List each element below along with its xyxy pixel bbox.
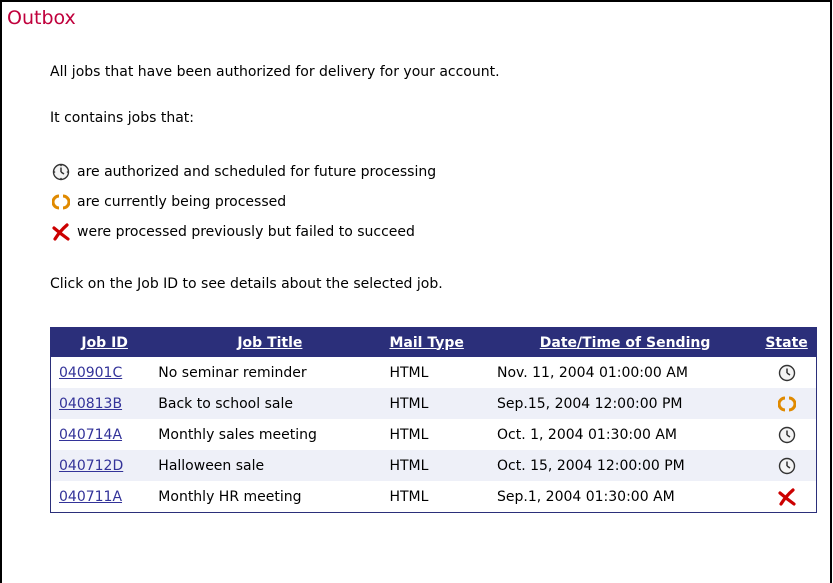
legend-text: are authorized and scheduled for future … [77, 164, 437, 180]
column-header-job-title[interactable]: Job Title [154, 328, 385, 358]
table-row: 040711A Monthly HR meeting HTML Sep.1, 2… [50, 481, 817, 513]
failed-x-icon [52, 223, 70, 241]
mail-type-cell: HTML [389, 364, 429, 381]
job-id-link[interactable]: 040901C [59, 365, 122, 381]
date-time-cell: Oct. 1, 2004 01:30:00 AM [497, 426, 677, 443]
page-title: Outbox [7, 7, 76, 29]
job-title-cell: Monthly HR meeting [158, 488, 302, 505]
job-title-cell: Monthly sales meeting [158, 426, 317, 443]
mail-type-cell: HTML [389, 426, 429, 443]
clock-icon [52, 163, 70, 181]
table-header-row: Job ID Job Title Mail Type Date/Time of … [50, 327, 817, 358]
column-header-date-time[interactable]: Date/Time of Sending [493, 328, 757, 358]
job-id-link[interactable]: 040813B [59, 396, 122, 412]
intro-text: All jobs that have been authorized for d… [50, 64, 500, 80]
column-header-state[interactable]: State [757, 328, 816, 358]
legend-item-scheduled: are authorized and scheduled for future … [52, 162, 436, 182]
job-title-cell: No seminar reminder [158, 364, 307, 381]
column-header-job-id[interactable]: Job ID [51, 328, 155, 358]
mail-type-cell: HTML [389, 488, 429, 505]
job-title-cell: Back to school sale [158, 395, 293, 412]
mail-type-cell: HTML [389, 395, 429, 412]
job-title-cell: Halloween sale [158, 457, 265, 474]
legend-text: were processed previously but failed to … [77, 224, 415, 240]
table-row: 040813B Back to school sale HTML Sep.15,… [50, 388, 817, 419]
job-id-link[interactable]: 040711A [59, 489, 122, 505]
contains-text: It contains jobs that: [50, 110, 195, 126]
clock-icon [778, 457, 796, 475]
date-time-cell: Sep.1, 2004 01:30:00 AM [497, 488, 675, 505]
failed-x-icon [777, 487, 796, 506]
date-time-cell: Oct. 15, 2004 12:00:00 PM [497, 457, 685, 474]
job-id-link[interactable]: 040714A [59, 427, 122, 443]
jobs-table: Job ID Job Title Mail Type Date/Time of … [50, 327, 817, 513]
mail-type-cell: HTML [389, 457, 429, 474]
instruction-text: Click on the Job ID to see details about… [50, 276, 443, 292]
date-time-cell: Sep.15, 2004 12:00:00 PM [497, 395, 683, 412]
job-id-link[interactable]: 040712D [59, 458, 123, 474]
table-row: 040714A Monthly sales meeting HTML Oct. … [50, 419, 817, 450]
legend-item-processing: are currently being processed [52, 192, 286, 212]
clock-icon [778, 364, 796, 382]
processing-icon [52, 193, 70, 211]
table-row: 040712D Halloween sale HTML Oct. 15, 200… [50, 450, 817, 481]
table-row: 040901C No seminar reminder HTML Nov. 11… [50, 357, 817, 388]
column-header-mail-type[interactable]: Mail Type [385, 328, 493, 358]
processing-icon [777, 395, 796, 413]
legend-item-failed: were processed previously but failed to … [52, 222, 415, 242]
clock-icon [778, 426, 796, 444]
date-time-cell: Nov. 11, 2004 01:00:00 AM [497, 364, 688, 381]
legend-text: are currently being processed [77, 194, 287, 210]
